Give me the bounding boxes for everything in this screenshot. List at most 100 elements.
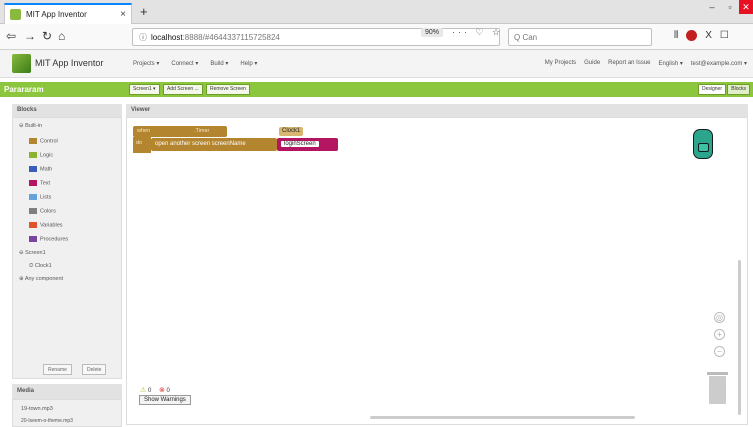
- reload-icon[interactable]: ↻: [42, 29, 52, 43]
- category-math[interactable]: Math: [29, 166, 52, 172]
- errors-count: 0: [166, 388, 170, 394]
- menu-build[interactable]: Build ▾: [210, 60, 228, 67]
- category-procedures[interactable]: Procedures: [29, 236, 68, 242]
- screen-node[interactable]: ⊖ Screen1: [19, 250, 46, 256]
- media-panel-title: Media: [12, 384, 122, 399]
- menu-help[interactable]: Help ▾: [240, 60, 257, 67]
- timer-event-label: .Timer: [194, 128, 210, 134]
- category-logic[interactable]: Logic: [29, 152, 53, 158]
- forward-icon[interactable]: →: [24, 29, 36, 43]
- blocks-panel: ⊖ Built-in Control Logic Math Text Lists…: [12, 117, 122, 379]
- media-panel: 19-town.mp3 20-Iseem-o-theme.mp3: [12, 399, 122, 427]
- category-variables[interactable]: Variables: [29, 222, 63, 228]
- site-info-icon[interactable]: ⓘ: [139, 32, 147, 43]
- app-inventor-logo[interactable]: [12, 54, 31, 73]
- category-colors[interactable]: Colors: [29, 208, 56, 214]
- report-issue-link[interactable]: Report an Issue: [608, 60, 650, 67]
- page-actions-icons[interactable]: ··· ♡ ☆: [452, 27, 503, 38]
- zoom-out-icon[interactable]: −: [714, 346, 725, 357]
- search-input[interactable]: Q Can: [508, 28, 652, 46]
- blocks-panel-title: Blocks: [12, 104, 122, 117]
- warning-icon: ⚠: [140, 387, 147, 394]
- variables-swatch: [29, 222, 37, 228]
- menu-projects[interactable]: Projects ▾: [133, 60, 159, 67]
- text-swatch: [29, 180, 37, 186]
- account-menu: My Projects Guide Report an Issue Englis…: [545, 60, 747, 67]
- zoom-in-icon[interactable]: +: [714, 329, 725, 340]
- logic-swatch: [29, 152, 37, 158]
- workspace-zoom-controls: ◎ + −: [714, 312, 726, 363]
- app-header: MIT App Inventor Projects ▾ Connect ▾ Bu…: [0, 50, 753, 78]
- category-control[interactable]: Control: [29, 138, 58, 144]
- clock-component-dropdown[interactable]: Clock1 ▾: [279, 127, 304, 143]
- do-label: do: [136, 140, 143, 146]
- account-select[interactable]: test@example.com ▾: [691, 60, 747, 67]
- procedures-swatch: [29, 236, 37, 242]
- recenter-icon[interactable]: ◎: [714, 312, 725, 323]
- maximize-icon[interactable]: ▫: [721, 0, 739, 14]
- blocks-button[interactable]: Blocks: [727, 84, 750, 95]
- toolbar-icons: ⫴ X ☐: [674, 30, 729, 41]
- extension-box-icon[interactable]: ☐: [720, 30, 729, 41]
- category-text[interactable]: Text: [29, 180, 50, 186]
- horizontal-scrollbar[interactable]: [370, 416, 635, 419]
- app-menu: Projects ▾ Connect ▾ Build ▾ Help ▾: [133, 60, 257, 67]
- any-component-node[interactable]: ⊕ Any component: [19, 276, 63, 282]
- extension-x-icon[interactable]: X: [705, 30, 712, 41]
- rename-button[interactable]: Rename: [43, 364, 72, 375]
- blocks-workspace[interactable]: [126, 117, 748, 425]
- browser-tab-strip: MIT App Inventor × + – ▫ ✕: [0, 0, 753, 24]
- backpack-icon[interactable]: [693, 129, 713, 159]
- guide-link[interactable]: Guide: [584, 60, 600, 67]
- when-timer-block[interactable]: when Clock1 ▾ .Timer: [133, 126, 304, 143]
- viewer-title: Viewer: [126, 104, 748, 117]
- ublock-icon[interactable]: [686, 30, 698, 41]
- close-window-icon[interactable]: ✕: [739, 0, 753, 14]
- home-icon[interactable]: ⌂: [58, 29, 65, 43]
- builtin-node[interactable]: ⊖ Built-in: [19, 123, 42, 129]
- url-path: :8888/#4644337115725824: [182, 32, 280, 42]
- url-host: localhost: [151, 32, 183, 42]
- tab-title: MIT App Inventor: [26, 10, 87, 19]
- category-lists[interactable]: Lists: [29, 194, 51, 200]
- error-icon: ⊗: [158, 387, 165, 394]
- warnings-count: 0: [147, 388, 152, 394]
- app-name: MIT App Inventor: [35, 58, 104, 68]
- tab-close-icon[interactable]: ×: [120, 9, 126, 20]
- when-label: when: [137, 128, 151, 134]
- screen-name-value[interactable]: loginScreen: [281, 141, 319, 147]
- browser-tab[interactable]: MIT App Inventor ×: [4, 3, 132, 24]
- language-select[interactable]: English ▾: [659, 60, 683, 67]
- text-string-block[interactable]: loginScreen: [277, 138, 338, 151]
- warnings-indicator: ⚠ 0 ⊗ 0: [140, 386, 170, 394]
- vertical-scrollbar[interactable]: [738, 260, 741, 415]
- my-projects-link[interactable]: My Projects: [545, 60, 576, 67]
- library-icon[interactable]: ⫴: [674, 30, 678, 41]
- math-swatch: [29, 166, 37, 172]
- window-controls: – ▫ ✕: [703, 0, 753, 14]
- app-inventor-favicon: [10, 9, 21, 20]
- zoom-level[interactable]: 90%: [421, 28, 444, 37]
- project-bar: Parararam Screen1 ▾ Add Screen ... Remov…: [0, 82, 753, 97]
- clock-node[interactable]: ⏲ Clock1: [29, 263, 52, 270]
- do-slot: do: [133, 137, 151, 153]
- media-item[interactable]: 19-town.mp3: [21, 406, 53, 412]
- add-screen-button[interactable]: Add Screen ...: [163, 84, 203, 95]
- browser-nav-bar: ⇦ → ↻ ⌂ ⓘ localhost :8888/#4644337115725…: [0, 24, 753, 50]
- lists-swatch: [29, 194, 37, 200]
- designer-button[interactable]: Designer: [697, 84, 726, 95]
- open-another-screen-block[interactable]: open another screen screenName: [151, 138, 277, 151]
- screen-select[interactable]: Screen1 ▾: [129, 84, 160, 95]
- url-bar[interactable]: ⓘ localhost :8888/#4644337115725824: [132, 28, 500, 46]
- menu-connect[interactable]: Connect ▾: [171, 60, 198, 67]
- minimize-icon[interactable]: –: [703, 0, 721, 14]
- media-item[interactable]: 20-Iseem-o-theme.mp3: [21, 418, 73, 424]
- show-warnings-button[interactable]: Show Warnings: [139, 395, 191, 405]
- colors-swatch: [29, 208, 37, 214]
- remove-screen-button[interactable]: Remove Screen: [206, 84, 250, 95]
- trash-icon[interactable]: [707, 372, 728, 404]
- back-icon[interactable]: ⇦: [6, 29, 16, 43]
- delete-button[interactable]: Delete: [82, 364, 107, 375]
- new-tab-button[interactable]: +: [140, 4, 148, 19]
- project-name: Parararam: [4, 85, 44, 94]
